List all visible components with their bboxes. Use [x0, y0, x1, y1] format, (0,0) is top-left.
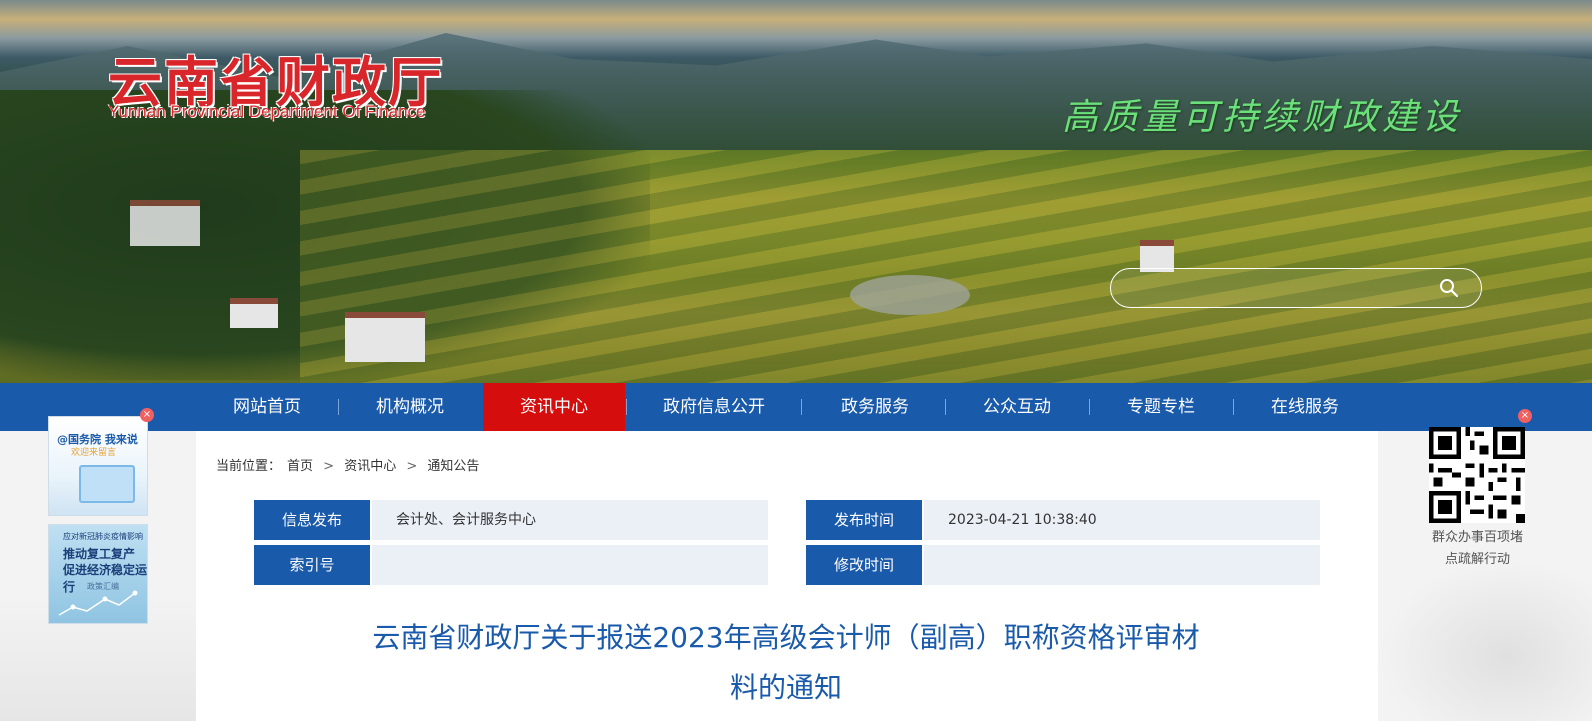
search-icon[interactable] — [1439, 278, 1459, 298]
house — [230, 298, 278, 328]
nav-divider — [1233, 399, 1234, 415]
nav-divider — [1089, 399, 1090, 415]
state-council-ad[interactable]: @国务院 我来说 欢迎来留言 — [48, 416, 148, 516]
house — [130, 200, 200, 246]
qr-caption: 群众办事百项堵 点疏解行动 — [1425, 527, 1530, 571]
main-content: 当前位置： 首页 > 资讯中心 > 通知公告 信息发布 会计处、会计服务中心 发布… — [196, 431, 1378, 721]
header-banner: 云南省财政厅 Yunnan Provincial Department Of F… — [0, 0, 1592, 383]
nav-item-about[interactable]: 机构概况 — [348, 383, 472, 431]
nav-item-home[interactable]: 网站首页 — [205, 383, 329, 431]
publisher-value: 会计处、会计服务中心 — [372, 500, 768, 540]
article-title: 云南省财政厅关于报送2023年高级会计师（副高）职称资格评审材 料的通知 — [336, 613, 1236, 713]
article-title-line1: 云南省财政厅关于报送2023年高级会计师（副高）职称资格评审材 — [372, 621, 1200, 654]
ad-subtitle: 欢迎来留言 — [71, 448, 117, 458]
site-logo-subtitle: Yunnan Provincial Department Of Finance — [108, 102, 426, 121]
breadcrumb: 当前位置： 首页 > 资讯中心 > 通知公告 — [216, 455, 485, 474]
article-title-line2: 料的通知 — [729, 671, 842, 704]
breadcrumb-news[interactable]: 资讯中心 — [344, 459, 396, 474]
nav-item-services[interactable]: 政务服务 — [813, 383, 937, 431]
nav-item-gov-info[interactable]: 政府信息公开 — [640, 383, 788, 431]
search-box — [1110, 268, 1482, 308]
nav-item-topics[interactable]: 专题专栏 — [1099, 383, 1223, 431]
breadcrumb-separator: > — [406, 459, 418, 474]
terraced-fields — [300, 150, 1592, 383]
modified-time-value — [924, 545, 1320, 585]
nav-divider — [801, 399, 802, 415]
breadcrumb-home[interactable]: 首页 — [287, 459, 313, 474]
house — [345, 312, 425, 362]
breadcrumb-notices[interactable]: 通知公告 — [427, 459, 479, 474]
index-number-label: 索引号 — [254, 545, 370, 585]
index-number-value — [372, 545, 768, 585]
close-icon[interactable]: × — [1518, 409, 1532, 423]
slogan: 高质量可持续财政建设 — [1062, 97, 1463, 138]
nav-divider — [626, 399, 627, 415]
search-input[interactable] — [1125, 275, 1399, 301]
qr-caption-line2: 点疏解行动 — [1444, 552, 1510, 567]
policy-compilation-ad[interactable]: 应对新冠肺炎疫情影响 推动复工复产 促进经济稳定运行 政策汇编 — [48, 524, 148, 624]
computer-illustration-icon — [79, 465, 135, 503]
breadcrumb-prefix: 当前位置： — [216, 459, 282, 474]
nav-item-online[interactable]: 在线服务 — [1243, 383, 1367, 431]
nav-divider — [338, 399, 339, 415]
nav-item-news[interactable]: 资讯中心 — [483, 383, 625, 431]
ad-title-line1: 推动复工复产 — [63, 547, 136, 561]
info-row: 信息发布 会计处、会计服务中心 发布时间 2023-04-21 10:38:40 — [254, 500, 1320, 540]
breadcrumb-separator: > — [323, 459, 335, 474]
decor-bottom-right — [1378, 560, 1592, 721]
pond — [850, 275, 970, 315]
modified-time-label: 修改时间 — [806, 545, 922, 585]
info-row: 索引号 修改时间 — [254, 545, 1320, 585]
publish-time-label: 发布时间 — [806, 500, 922, 540]
publisher-label: 信息发布 — [254, 500, 370, 540]
qr-caption-line1: 群众办事百项堵 — [1431, 530, 1523, 545]
growth-chart-icon — [58, 590, 138, 616]
ad-caption: 应对新冠肺炎疫情影响 — [63, 532, 143, 541]
main-nav: 网站首页 机构概况 资讯中心 政府信息公开 政务服务 公众互动 专题专栏 在线服… — [0, 383, 1592, 431]
nav-divider — [945, 399, 946, 415]
close-icon[interactable]: × — [140, 408, 154, 422]
nav-item-interaction[interactable]: 公众互动 — [955, 383, 1079, 431]
publish-time-value: 2023-04-21 10:38:40 — [924, 500, 1320, 540]
qr-code-icon[interactable] — [1429, 427, 1525, 523]
